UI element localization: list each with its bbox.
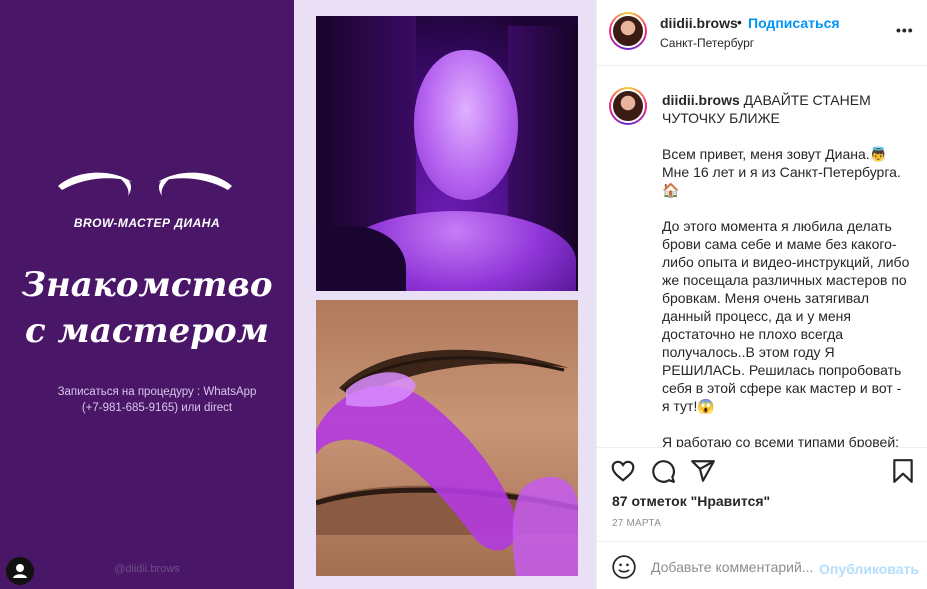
comment-bar: Опубликовать xyxy=(597,541,927,589)
eyebrows-logo xyxy=(58,172,232,196)
promo-panel: BROW-МАСТЕР ДИАНА Знакомство с мастером … xyxy=(0,0,294,589)
comment-icon[interactable] xyxy=(650,458,676,484)
post-actions: 87 отметок "Нравится" 27 МАРТА xyxy=(597,447,927,547)
eyebrow-wax-photo xyxy=(316,300,578,576)
booking-info: Записаться на процедуру : WhatsApp (+7-9… xyxy=(0,384,314,416)
caption-paragraph-3: Я работаю со всеми типами бровей: xyxy=(662,434,900,447)
promo-headline: Знакомство с мастером xyxy=(0,262,294,354)
post-media[interactable]: BROW-МАСТЕР ДИАНА Знакомство с мастером … xyxy=(0,0,596,589)
brand-label: BROW-МАСТЕР ДИАНА xyxy=(73,216,221,230)
more-icon[interactable]: ••• xyxy=(896,22,914,38)
avatar[interactable] xyxy=(609,12,647,50)
caption-paragraph-2: До этого момента я любила делать брови с… xyxy=(662,218,910,414)
share-icon[interactable] xyxy=(690,458,716,484)
caption-username[interactable]: diidii.brows xyxy=(662,92,740,108)
caption-paragraph-1: Всем привет, меня зовут Диана.👼 Мне 16 л… xyxy=(662,146,901,198)
heart-icon[interactable] xyxy=(610,458,636,484)
booking-line-2: (+7-981-685-9165) или direct xyxy=(81,402,233,414)
caption-avatar[interactable] xyxy=(609,87,647,125)
post-header: diidii.brows • Подписаться Санкт-Петербу… xyxy=(597,0,927,66)
location-link[interactable]: Санкт-Петербург xyxy=(660,36,754,50)
headline-line-2: с мастером xyxy=(25,311,269,351)
emoji-icon[interactable] xyxy=(611,554,637,580)
comment-input[interactable] xyxy=(651,556,819,578)
caption-area[interactable]: diidii.brows ДАВАЙТЕ СТАНЕМ ЧУТОЧКУ БЛИЖ… xyxy=(597,67,927,447)
tagged-users-icon[interactable] xyxy=(6,557,34,585)
headline-line-1: Знакомство xyxy=(21,265,273,305)
watermark: @diidii.brows xyxy=(114,563,180,575)
portrait-photo xyxy=(316,16,578,291)
username-link[interactable]: diidii.brows xyxy=(660,15,738,31)
post-sidebar: diidii.brows • Подписаться Санкт-Петербу… xyxy=(596,0,927,589)
likes-count[interactable]: 87 отметок "Нравится" xyxy=(612,493,770,509)
follow-button[interactable]: Подписаться xyxy=(748,15,840,31)
separator-dot: • xyxy=(737,14,742,30)
caption-text: diidii.brows ДАВАЙТЕ СТАНЕМ ЧУТОЧКУ БЛИЖ… xyxy=(662,91,912,447)
publish-button[interactable]: Опубликовать xyxy=(819,561,919,577)
post-date[interactable]: 27 МАРТА xyxy=(612,518,661,529)
bookmark-icon[interactable] xyxy=(890,458,916,484)
booking-line-1: Записаться на процедуру : WhatsApp xyxy=(57,386,257,398)
